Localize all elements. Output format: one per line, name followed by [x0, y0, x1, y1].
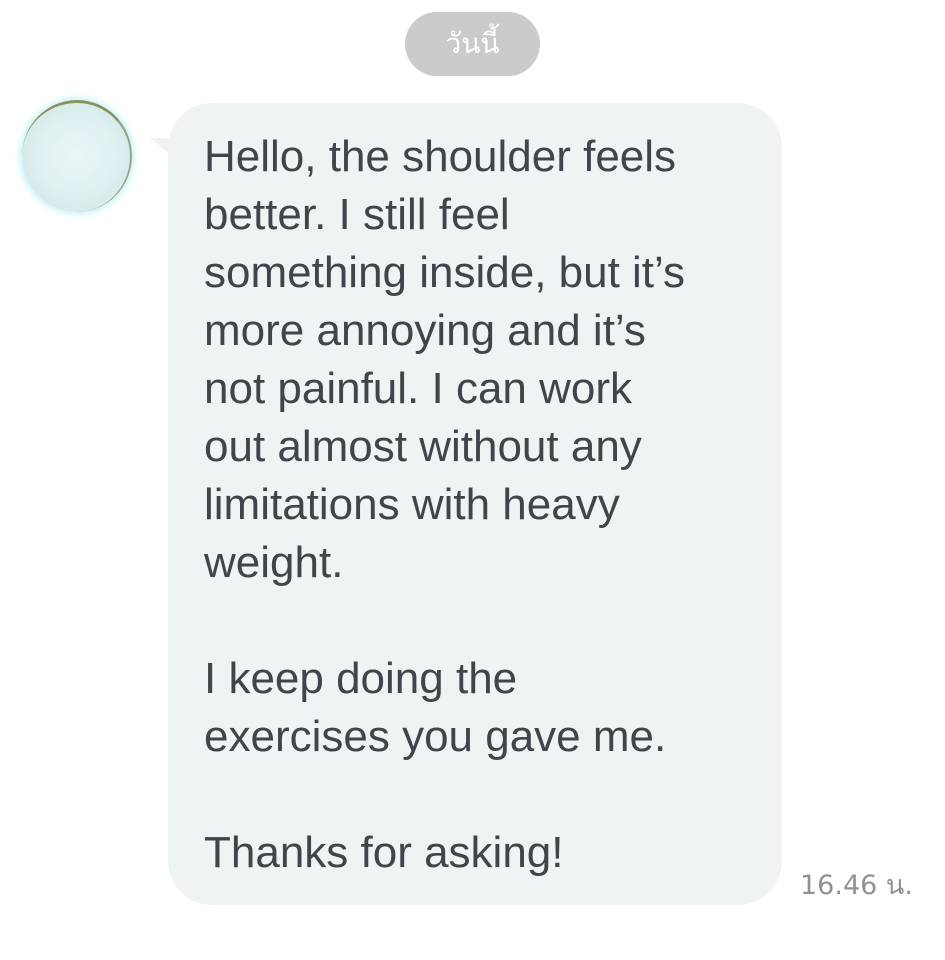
date-separator-badge: วันนี้: [405, 12, 540, 76]
message-timestamp: 16.46 น.: [800, 870, 913, 901]
contact-avatar-icon[interactable]: [22, 100, 132, 212]
date-separator-label: วันนี้: [445, 27, 500, 60]
chat-screen: วันนี้ Hello, the shoulder feels better.…: [0, 0, 945, 960]
message-text: Hello, the shoulder feels better. I stil…: [204, 132, 686, 877]
